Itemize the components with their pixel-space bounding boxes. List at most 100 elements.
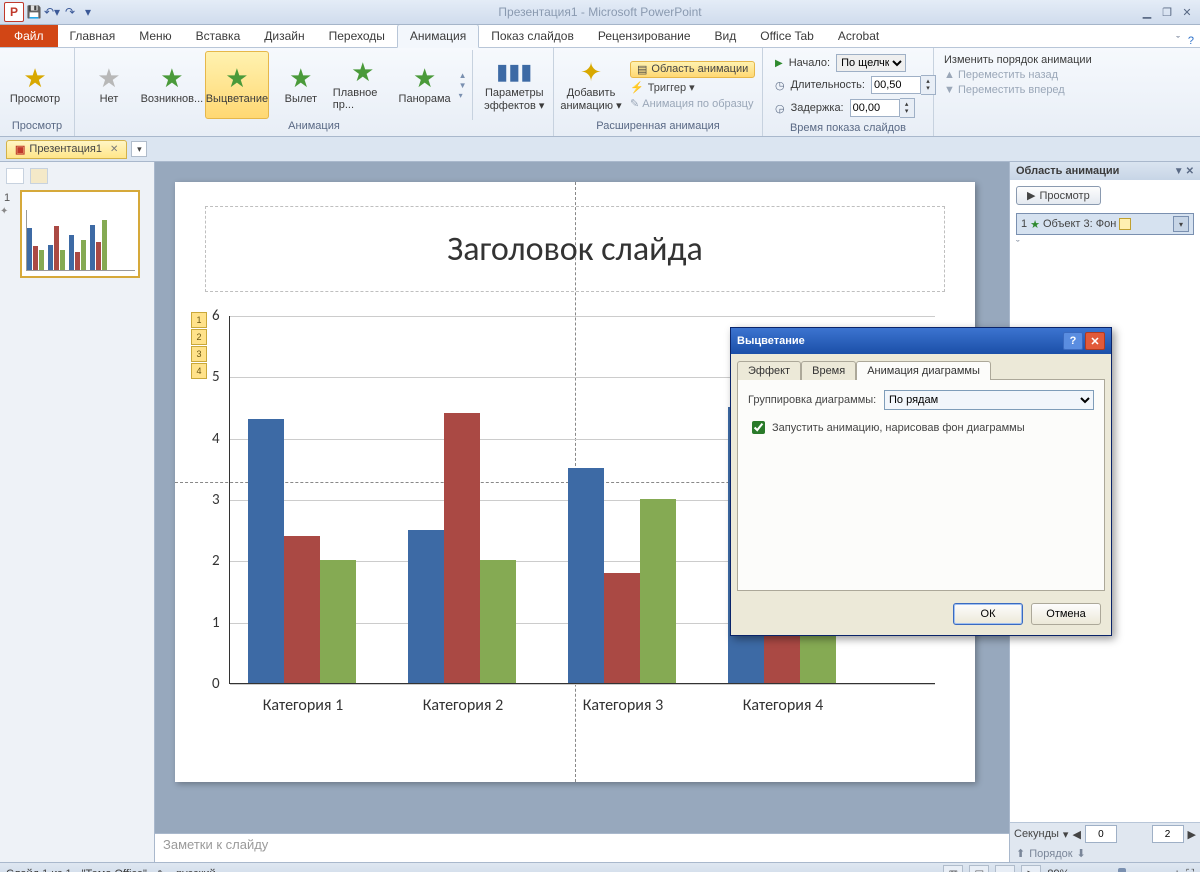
cancel-button[interactable]: Отмена [1031,603,1101,625]
gallery-more-icon[interactable]: ▾ [459,91,467,100]
redo-icon[interactable]: ↷ [62,4,78,20]
duration-input[interactable] [871,76,921,94]
slide-title-placeholder[interactable]: Заголовок слайда [205,206,945,292]
close-tab-icon[interactable]: ✕ [110,144,118,155]
expand-icon[interactable]: ˇ [1016,239,1194,251]
tab-menu[interactable]: Меню [127,25,183,47]
dialog-title-bar[interactable]: Выцветание ? ✕ [731,328,1111,354]
outline-tab-icon[interactable] [30,168,48,184]
dropdown-icon[interactable]: ▾ [1063,828,1069,841]
tab-view[interactable]: Вид [703,25,749,47]
save-icon[interactable]: 💾 [26,4,42,20]
anim-float[interactable]: ★Плавное пр... [333,52,393,118]
zoom-in-icon[interactable]: + [1174,868,1180,872]
spinner-icon[interactable]: ▴▾ [900,98,915,118]
anim-tag[interactable]: 2 [191,329,207,345]
ribbon-tabs: Файл Главная Меню Вставка Дизайн Переход… [0,25,1200,48]
slides-tab-icon[interactable] [6,168,24,184]
tab-insert[interactable]: Вставка [184,25,253,47]
view-slideshow-icon[interactable]: ▶ [1021,865,1041,872]
start-select[interactable]: По щелчку [836,54,906,72]
dialog-tab-chartanim[interactable]: Анимация диаграммы [856,361,991,380]
dialog-help-icon[interactable]: ? [1063,332,1083,350]
scroll-left-icon[interactable]: ◀ [1072,828,1080,841]
tab-file[interactable]: Файл [0,25,58,47]
pane-close-icon[interactable]: ✕ [1186,166,1194,177]
fit-window-icon[interactable]: ⛶ [1186,868,1194,872]
animation-list-item[interactable]: 1 ★ Объект 3: Фон ▾ [1016,213,1194,235]
star-icon: ★ [23,65,46,91]
dropdown-icon[interactable]: ▾ [1173,216,1189,232]
spellcheck-icon[interactable]: ✎ [157,868,166,872]
tab-officetab[interactable]: Office Tab [748,25,826,47]
document-tab-bar: ▣ Презентация1 ✕ ▾ [0,137,1200,162]
anim-panorama[interactable]: ★Панорама [395,52,455,118]
time-end[interactable] [1152,825,1184,843]
help-icon[interactable]: ? [1188,35,1194,47]
tab-transitions[interactable]: Переходы [317,25,397,47]
quick-access-toolbar: P 💾 ↶▾ ↷ ▾ [0,2,96,22]
anim-tag[interactable]: 3 [191,346,207,362]
tab-acrobat[interactable]: Acrobat [826,25,891,47]
clock-icon: ◷ [775,79,785,92]
trigger-button[interactable]: ⚡Триггер ▾ [630,81,755,94]
ribbon-minimize-icon[interactable]: ˇ [1176,35,1180,47]
ok-button[interactable]: ОК [953,603,1023,625]
notes-pane[interactable]: Заметки к слайду [155,833,1009,862]
reorder-down-icon[interactable]: ⬇ [1077,847,1086,860]
time-start[interactable] [1085,825,1117,843]
effect-options-button[interactable]: ▮▮▮ Параметры эффектов ▾ [479,52,549,118]
animation-pane-button[interactable]: ▤Область анимации [630,61,755,78]
pane-menu-icon[interactable]: ▼ [1174,166,1184,177]
title-bar: P 💾 ↶▾ ↷ ▾ Презентация1 - Microsoft Powe… [0,0,1200,25]
tab-list-icon[interactable]: ▾ [131,141,147,157]
qat-more-icon[interactable]: ▾ [80,4,96,20]
dialog-tab-effect[interactable]: Эффект [737,361,801,380]
status-language[interactable]: русский [176,868,215,872]
tab-home[interactable]: Главная [58,25,128,47]
star-icon: ★ [97,65,120,91]
tab-review[interactable]: Рецензирование [586,25,703,47]
preview-button[interactable]: ★ Просмотр [4,52,66,118]
close-icon[interactable]: ✕ [1178,5,1196,19]
document-tab[interactable]: ▣ Презентация1 ✕ [6,140,127,159]
view-sorter-icon[interactable]: ▤ [969,865,989,872]
group-label-extanim: Расширенная анимация [558,120,758,134]
tab-design[interactable]: Дизайн [252,25,316,47]
timeline-bar [1119,218,1131,230]
anim-flyin[interactable]: ★Вылет [271,52,331,118]
dialog-body: Группировка диаграммы: По рядам Запустит… [737,379,1105,591]
minimize-icon[interactable]: ▁ [1138,5,1156,19]
reorder-up-icon[interactable]: ⬆ [1016,847,1025,860]
undo-icon[interactable]: ↶▾ [44,4,60,20]
dialog-tab-time[interactable]: Время [801,361,856,380]
grouping-select[interactable]: По рядам [884,390,1094,410]
gallery-down-icon[interactable]: ▼ [459,81,467,90]
zoom-out-icon[interactable]: − [1075,868,1081,872]
anim-tag[interactable]: 1 [191,312,207,328]
view-reading-icon[interactable]: ▭ [995,865,1015,872]
preview-label: Просмотр [10,93,60,105]
scroll-right-icon[interactable]: ▶ [1188,828,1196,841]
view-normal-icon[interactable]: ▦ [943,865,963,872]
status-theme: "Тема Office" [82,868,147,872]
background-checkbox[interactable] [752,421,765,434]
zoom-percent[interactable]: 89% [1047,868,1069,872]
anim-sequence-tags: 1 2 3 4 [191,312,207,380]
tab-slideshow[interactable]: Показ слайдов [479,25,586,47]
tab-animation[interactable]: Анимация [397,24,479,48]
gallery-up-icon[interactable]: ▲ [459,71,467,80]
anim-appear[interactable]: ★Возникнов... [141,52,203,118]
anim-tag[interactable]: 4 [191,363,207,379]
move-back: ▲ Переместить назад [944,69,1190,81]
reorder-footer: ⬆ Порядок ⬇ [1010,845,1200,862]
add-animation-button[interactable]: ✦ Добавить анимацию ▾ [558,52,624,118]
slide-thumbnail[interactable]: 1 ✦ [6,190,148,278]
dialog-close-icon[interactable]: ✕ [1085,332,1105,350]
delay-input[interactable] [850,99,900,117]
anim-fade[interactable]: ★Выцветание [205,51,269,119]
anim-none[interactable]: ★Нет [79,52,139,118]
restore-icon[interactable]: ❐ [1158,5,1176,19]
play-animation-button[interactable]: ▶Просмотр [1016,186,1101,205]
group-label-preview: Просмотр [4,120,70,134]
